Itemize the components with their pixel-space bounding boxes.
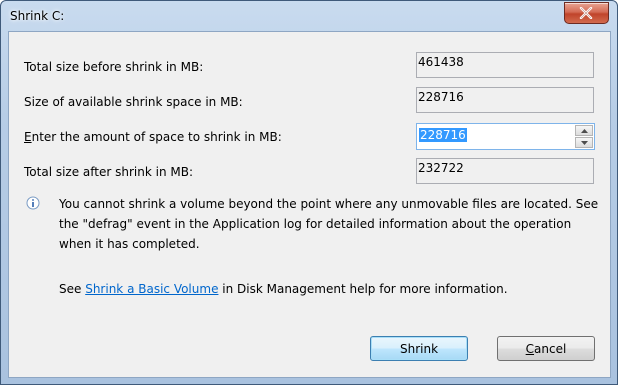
help-line: See Shrink a Basic Volume in Disk Manage… [59, 282, 508, 296]
close-button[interactable] [564, 2, 609, 24]
shrink-amount-input[interactable]: 228716 [418, 125, 574, 148]
help-link[interactable]: Shrink a Basic Volume [85, 282, 218, 296]
close-icon [579, 7, 593, 19]
shrink-amount-label-mnemonic: E [24, 130, 32, 144]
arrow-down-icon [581, 141, 588, 145]
cancel-mnemonic: C [525, 341, 535, 356]
arrow-up-icon [581, 129, 588, 133]
cancel-button[interactable]: Cancel [497, 336, 595, 361]
total-before-value: 461438 [416, 52, 594, 78]
title-bar[interactable]: Shrink C: [1, 1, 617, 31]
dialog-body: Total size before shrink in MB: 461438 S… [8, 31, 611, 378]
spin-down-button[interactable] [575, 137, 593, 148]
window-title: Shrink C: [10, 9, 65, 23]
cancel-label-rest: ancel [534, 341, 567, 356]
shrink-amount-label-text: nter the amount of space to shrink in MB… [31, 130, 282, 144]
dialog-window: Shrink C: Total size before shrink in MB… [0, 0, 618, 385]
available-space-value: 228716 [416, 87, 594, 113]
spin-up-button[interactable] [575, 125, 593, 136]
info-icon [26, 196, 40, 210]
shrink-amount-spinbox[interactable]: 228716 [416, 123, 595, 150]
total-after-value: 232722 [416, 158, 594, 184]
help-prefix: See [59, 282, 86, 296]
shrink-amount-value: 228716 [419, 128, 467, 142]
available-space-label: Size of available shrink space in MB: [24, 95, 243, 109]
shrink-amount-label: Enter the amount of space to shrink in M… [24, 130, 282, 144]
info-message: You cannot shrink a volume beyond the po… [59, 197, 599, 251]
total-after-label: Total size after shrink in MB: [24, 165, 194, 179]
help-suffix: in Disk Management help for more informa… [218, 282, 508, 296]
shrink-button[interactable]: Shrink [370, 336, 468, 361]
total-before-label: Total size before shrink in MB: [24, 60, 204, 74]
